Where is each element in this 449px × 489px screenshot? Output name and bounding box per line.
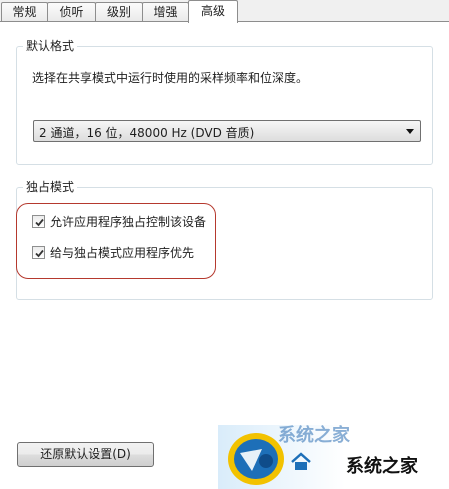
default-format-group: 默认格式 选择在共享模式中运行时使用的采样频率和位深度。 2 通道，16 位，4… [16,38,433,165]
watermark-text: 系统之家 [346,456,418,477]
exclusive-mode-title: 独占模式 [23,179,78,195]
tab-listen[interactable]: 侦听 [47,2,96,22]
tab-general[interactable]: 常规 [1,2,48,22]
restore-defaults-button[interactable]: 还原默认设置(D) [17,442,154,467]
tab-enhancements[interactable]: 增强 [142,2,189,22]
advanced-tab-page: 默认格式 选择在共享模式中运行时使用的采样频率和位深度。 2 通道，16 位，4… [0,21,449,489]
tab-strip: 常规 侦听 级别 增强 高级 [0,0,449,23]
default-format-selected-value: 2 通道，16 位，48000 Hz (DVD 音质) [39,126,255,140]
default-format-description: 选择在共享模式中运行时使用的采样频率和位深度。 [32,71,309,85]
default-format-title: 默认格式 [23,38,78,54]
site-watermark: 系统之家 系统之家 [218,425,449,489]
watermark-home-icon [290,452,312,472]
dropdown-arrow-icon [406,129,414,134]
tab-levels[interactable]: 级别 [95,2,143,22]
tab-advanced[interactable]: 高级 [188,0,238,23]
annotation-highlight-box [16,203,216,279]
watermark-partial-text: 系统之家 [278,425,350,446]
default-format-select[interactable]: 2 通道，16 位，48000 Hz (DVD 音质) [33,120,421,142]
